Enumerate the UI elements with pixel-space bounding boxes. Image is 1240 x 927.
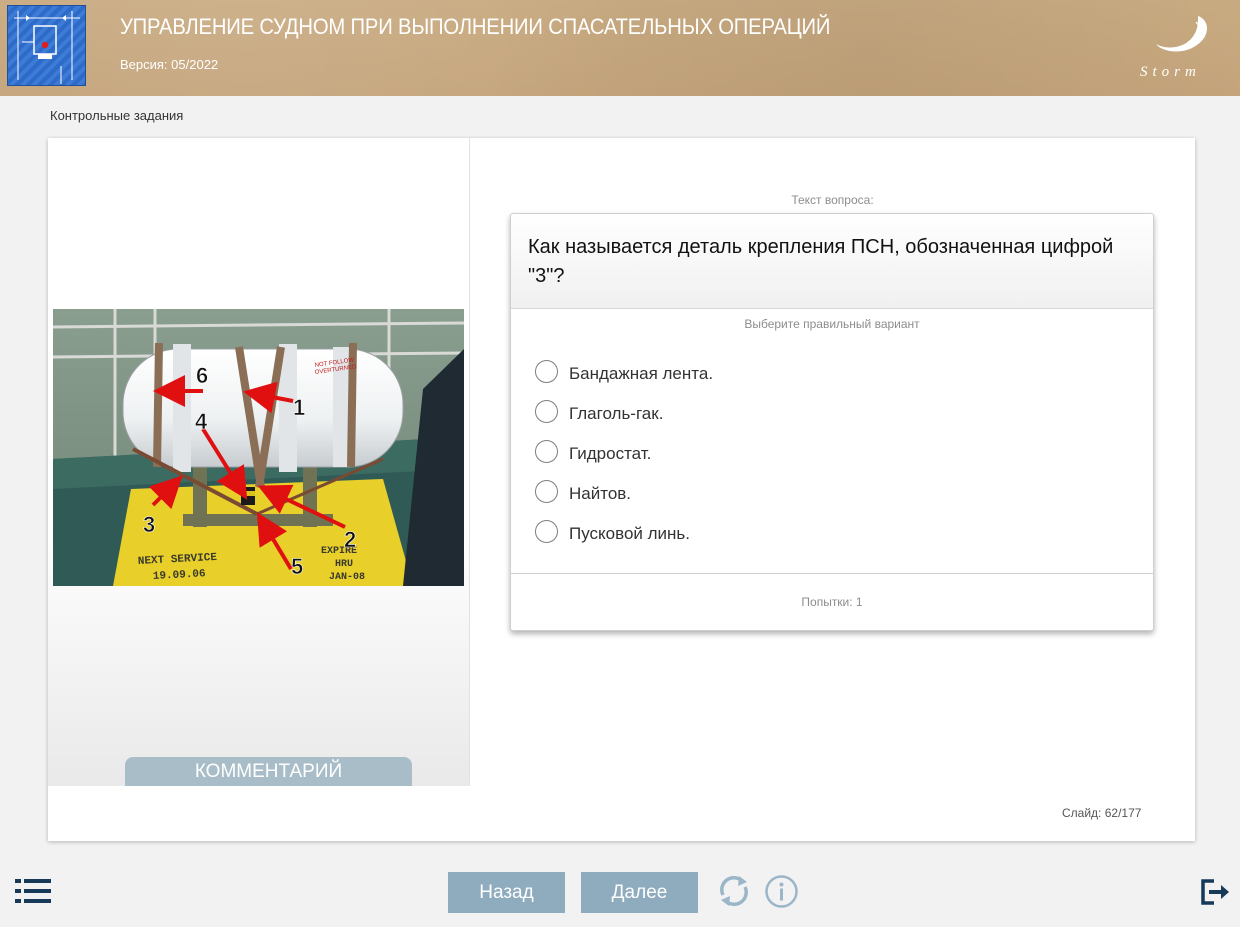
answer-label: Бандажная лента. [569, 364, 714, 383]
menu-list-icon[interactable] [15, 879, 51, 903]
stencil-hru: HRU [335, 559, 353, 570]
attempts-counter: Попытки: 1 [801, 595, 863, 609]
callout-3: 3 [143, 512, 155, 537]
storm-logo: Storm [1136, 14, 1220, 84]
radio-button[interactable] [535, 440, 558, 463]
answer-hint: Выберите правильный вариант [744, 317, 920, 331]
question-caption: Текст вопроса: [791, 193, 874, 207]
liferaft-photo: NOT FOLLOW OVERTURNED NEXT SERVICE 19.09… [53, 309, 464, 586]
info-icon[interactable] [764, 874, 799, 909]
image-pane: NOT FOLLOW OVERTURNED NEXT SERVICE 19.09… [48, 138, 470, 786]
answer-label: Гидростат. [569, 444, 652, 463]
brand-text: Storm [1140, 64, 1201, 80]
radio-button[interactable] [535, 520, 558, 543]
callout-1: 1 [293, 395, 305, 420]
stencil-jan: JAN-08 [329, 572, 365, 583]
question-text: Как называется деталь крепления ПСН, обо… [528, 236, 1114, 287]
back-button[interactable]: Назад [448, 872, 565, 913]
radio-button[interactable] [535, 480, 558, 503]
comment-button[interactable]: КОММЕНТАРИЙ [125, 757, 412, 786]
callout-5: 5 [291, 554, 303, 579]
answer-label: Глаголь-гак. [569, 404, 664, 423]
course-logo-icon [7, 5, 86, 86]
version-label: Версия: 05/2022 [120, 57, 219, 72]
header-bar: УПРАВЛЕНИЕ СУДНОМ ПРИ ВЫПОЛНЕНИИ СПАСАТЕ… [0, 0, 1240, 96]
question-header: Как называется деталь крепления ПСН, обо… [511, 214, 1153, 309]
callout-6: 6 [196, 363, 208, 388]
next-button[interactable]: Далее [581, 872, 698, 913]
slide-counter: Слайд: 62/177 [1062, 806, 1142, 820]
callout-2: 2 [344, 527, 356, 552]
exit-icon[interactable] [1201, 879, 1229, 905]
breadcrumb: Контрольные задания [50, 108, 184, 123]
radio-button[interactable] [535, 360, 558, 383]
answer-label: Найтов. [569, 484, 632, 503]
slide-card: NOT FOLLOW OVERTURNED NEXT SERVICE 19.09… [48, 138, 1195, 841]
callout-4: 4 [195, 409, 208, 434]
answer-label: Пусковой линь. [569, 524, 691, 543]
radio-button[interactable] [535, 400, 558, 423]
question-box: Как называется деталь крепления ПСН, обо… [510, 213, 1154, 631]
course-title: УПРАВЛЕНИЕ СУДНОМ ПРИ ВЫПОЛНЕНИИ СПАСАТЕ… [120, 14, 831, 39]
reload-icon[interactable] [716, 873, 752, 909]
divider [511, 573, 1153, 574]
